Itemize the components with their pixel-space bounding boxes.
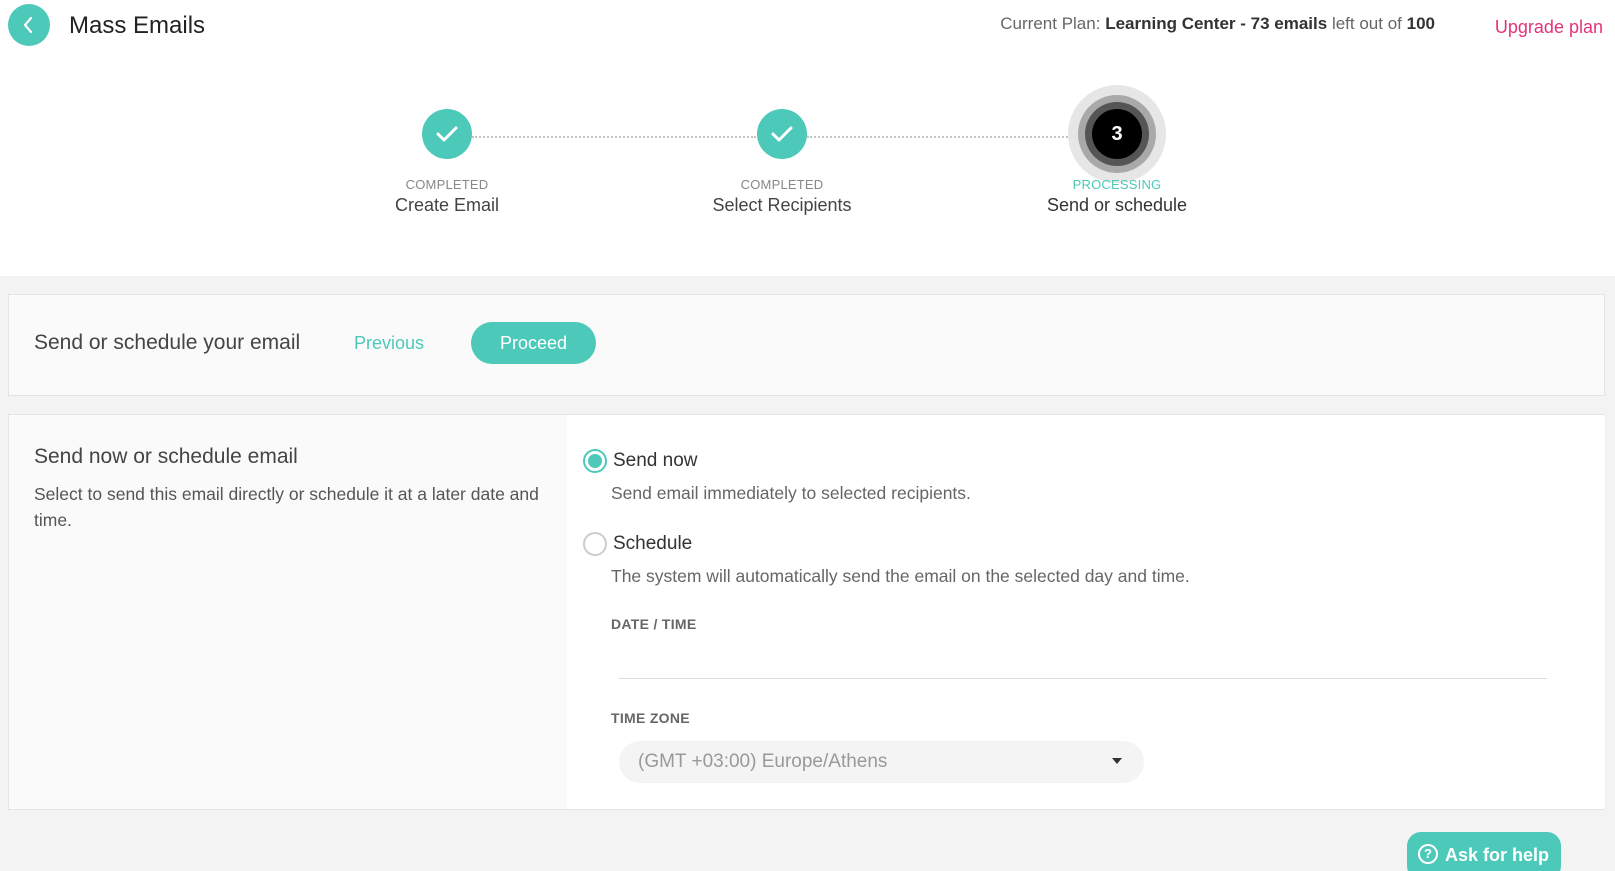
- step-3-ring: 3: [1078, 95, 1156, 173]
- date-time-label: DATE / TIME: [611, 616, 697, 632]
- check-icon: [771, 126, 793, 142]
- send-now-description: Send email immediately to selected recip…: [611, 483, 971, 503]
- previous-button[interactable]: Previous: [354, 333, 424, 354]
- send-options-panel: Send now or schedule email Select to sen…: [8, 414, 1605, 810]
- date-time-input[interactable]: [619, 637, 1547, 679]
- step-connector: [472, 136, 756, 138]
- schedule-label[interactable]: Schedule: [613, 533, 692, 555]
- step-3-number: 3: [1092, 109, 1142, 159]
- step-2-label: Select Recipients: [712, 195, 852, 215]
- page-title: Mass Emails: [69, 12, 206, 39]
- help-label: Ask for help: [1445, 845, 1550, 865]
- step-2-circle: [757, 109, 807, 159]
- time-zone-value: (GMT +03:00) Europe/Athens: [638, 751, 888, 772]
- back-button[interactable]: [8, 4, 50, 46]
- action-bar-title: Send or schedule your email: [34, 331, 301, 354]
- panel-options: Send now Send email immediately to selec…: [567, 415, 1605, 809]
- caret-down-icon: [1112, 758, 1122, 764]
- panel-info: Send now or schedule email Select to sen…: [9, 415, 567, 809]
- step-2-status: COMPLETED: [740, 177, 824, 192]
- panel-description: Select to send this email directly or sc…: [34, 484, 539, 530]
- plan-total: 100: [1406, 14, 1435, 33]
- step-3-inner: 3: [1085, 102, 1149, 166]
- check-icon: [436, 126, 458, 142]
- progress-stepper: COMPLETED Create Email COMPLETED Select …: [0, 62, 1615, 276]
- step-3-status: PROCESSING: [1072, 177, 1162, 192]
- step-3-label: Send or schedule: [1046, 195, 1188, 215]
- plan-prefix: Current Plan:: [1000, 14, 1101, 33]
- step-1-status: COMPLETED: [405, 177, 489, 192]
- action-bar: Send or schedule your email Previous Pro…: [8, 294, 1605, 396]
- chevron-left-icon: [23, 16, 33, 34]
- time-zone-select[interactable]: (GMT +03:00) Europe/Athens: [619, 741, 1144, 783]
- schedule-radio[interactable]: [583, 532, 607, 556]
- send-now-label[interactable]: Send now: [613, 450, 698, 472]
- panel-title: Send now or schedule email: [34, 445, 298, 468]
- send-now-radio[interactable]: [583, 449, 607, 473]
- proceed-button[interactable]: Proceed: [471, 322, 596, 364]
- step-connector: [807, 136, 1092, 138]
- plan-middle: left out of: [1331, 14, 1402, 33]
- plan-name: Learning Center - 73 emails: [1105, 14, 1328, 33]
- schedule-description: The system will automatically send the e…: [611, 566, 1190, 586]
- step-1-circle: [422, 109, 472, 159]
- step-3-circle: 3: [1068, 85, 1166, 183]
- upgrade-plan-link[interactable]: Upgrade plan: [1495, 17, 1603, 38]
- question-circle-icon: ?: [1418, 844, 1438, 864]
- top-header: Mass Emails Current Plan: Learning Cente…: [0, 0, 1615, 62]
- plan-info: Current Plan: Learning Center - 73 email…: [1000, 14, 1435, 34]
- ask-for-help-button[interactable]: ? Ask for help: [1407, 832, 1561, 871]
- step-1-label: Create Email: [394, 195, 500, 215]
- time-zone-label: TIME ZONE: [611, 710, 690, 726]
